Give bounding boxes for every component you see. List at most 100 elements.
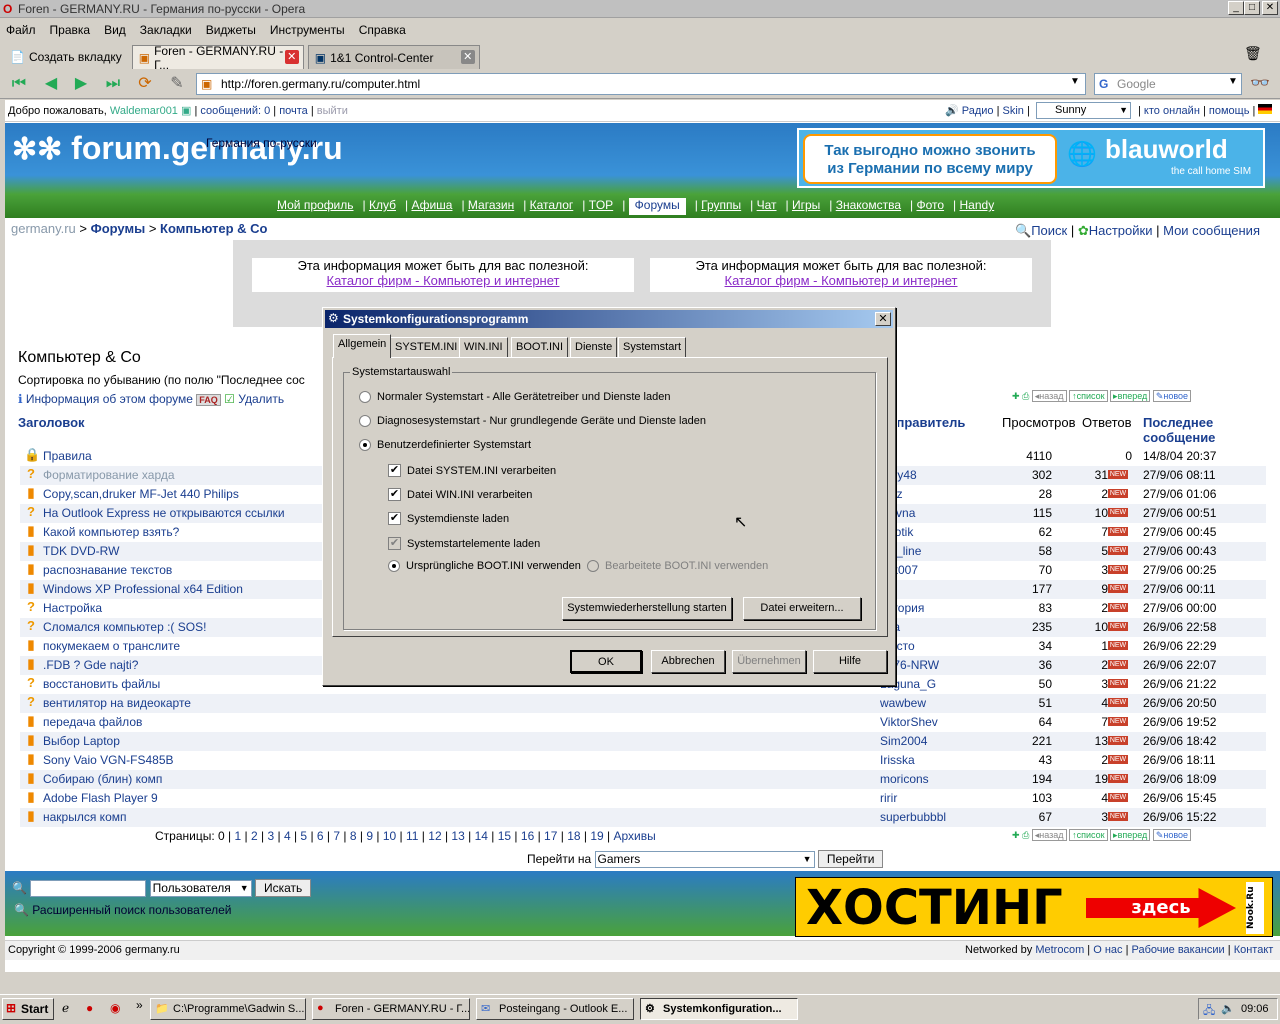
about-link[interactable]: О нас — [1093, 944, 1122, 956]
search-dropdown-icon[interactable]: ▼ — [1228, 76, 1238, 87]
logout-link[interactable]: выйти — [317, 105, 348, 117]
topic-title-link[interactable]: Sony Vaio VGN-FS485B — [43, 753, 174, 767]
settings-link[interactable]: Настройки — [1089, 223, 1153, 238]
messages-link[interactable]: сообщений: 0 — [200, 105, 270, 117]
column-header-topic[interactable]: Заголовок — [18, 415, 85, 430]
help-button[interactable]: Hilfe — [813, 650, 887, 673]
ad-banner-blauworld[interactable]: Так выгодно можно звонить из Германии по … — [797, 128, 1265, 188]
apply-button[interactable]: Übernehmen — [732, 650, 806, 673]
checkbox-win-ini[interactable]: ✔ Datei WIN.INI verarbeiten — [388, 488, 532, 501]
quicklaunch-more-icon[interactable]: » — [136, 998, 143, 1012]
user-search-type[interactable]: Пользователя ▼ — [149, 880, 252, 898]
faq-badge[interactable]: FAQ — [196, 394, 221, 406]
author-link[interactable]: ririr — [880, 791, 897, 805]
flag-icon[interactable] — [1258, 104, 1273, 114]
next-button-icon[interactable]: ▸вперед — [1110, 829, 1151, 841]
next-button-icon[interactable]: ▸вперед — [1110, 390, 1151, 402]
tab-system-ini[interactable]: SYSTEM.INI — [390, 337, 463, 357]
page-link[interactable]: 6 — [317, 829, 324, 843]
edit-icon[interactable]: ✎ — [166, 73, 188, 95]
topic-title-link[interactable]: Какой компьютер взять? — [43, 525, 179, 539]
page-link[interactable]: 19 — [590, 829, 603, 843]
maximize-button[interactable]: □ — [1244, 1, 1260, 15]
page-link[interactable]: 12 — [428, 829, 441, 843]
tab-dienste[interactable]: Dienste — [570, 337, 618, 357]
topic-title-link[interactable]: распознавание текстов — [43, 563, 172, 577]
task-outlook[interactable]: ✉ Posteingang - Outlook E... — [476, 998, 634, 1020]
topic-title-link[interactable]: Выбор Laptop — [43, 734, 120, 748]
task-opera[interactable]: ● Foren - GERMANY.RU - Г... — [312, 998, 470, 1020]
topic-title-link[interactable]: передача файлов — [43, 715, 142, 729]
menu-help[interactable]: Справка — [359, 23, 406, 37]
task-msconfig[interactable]: ⚙ Systemkonfiguration... — [640, 998, 798, 1020]
nav-photo[interactable]: Фото — [916, 198, 944, 212]
delete-link[interactable]: Удалить — [238, 392, 284, 406]
new-tab-button[interactable]: 📄 Создать вкладку — [4, 45, 128, 69]
info-link[interactable]: Каталог фирм - Компьютер и интернет — [650, 273, 1032, 288]
tab-win-ini[interactable]: WIN.INI — [459, 337, 508, 357]
topic-title-link[interactable]: Adobe Flash Player 9 — [43, 791, 158, 805]
menu-bookmarks[interactable]: Закладки — [140, 23, 192, 37]
checkbox-system-ini[interactable]: ✔ Datei SYSTEM.INI verarbeiten — [388, 464, 556, 477]
checkbox-services[interactable]: ✔ Systemdienste laden — [388, 512, 509, 525]
info-link[interactable]: Каталог фирм - Компьютер и интернет — [252, 273, 634, 288]
radio-modified-boot-ini[interactable]: Bearbeitete BOOT.INI verwenden — [587, 560, 768, 572]
page-link[interactable]: 4 — [284, 829, 291, 843]
nav-handy[interactable]: Handy — [960, 198, 995, 212]
jump-select[interactable]: Gamers ▼ — [594, 851, 815, 869]
author-link[interactable]: superbubbbl — [880, 810, 946, 824]
breadcrumb-forums[interactable]: Форумы — [91, 221, 146, 236]
topic-title-link[interactable]: вентилятор на видеокарте — [43, 696, 191, 710]
checkbox-startup-items[interactable]: ✔ Systemstartelemente laden — [388, 537, 540, 550]
menu-widgets[interactable]: Виджеты — [206, 23, 256, 37]
skin-link[interactable]: Skin — [1003, 105, 1024, 117]
forward-icon[interactable]: ▶ — [70, 73, 92, 95]
contact-link[interactable]: Контакт — [1234, 944, 1274, 956]
page-link[interactable]: 5 — [300, 829, 307, 843]
new-topic-icon[interactable]: ✚ — [1012, 830, 1020, 840]
menu-edit[interactable]: Правка — [50, 23, 91, 37]
user-search-button[interactable]: Искать — [254, 879, 312, 897]
archive-link[interactable]: Архивы — [614, 829, 656, 843]
topic-title-link[interactable]: Windows XP Professional x64 Edition — [43, 582, 243, 596]
quicklaunch-opera-icon[interactable]: ● — [86, 1001, 93, 1015]
close-tab-icon[interactable]: ✕ — [284, 50, 299, 64]
author-link[interactable]: Irisska — [880, 753, 915, 767]
forum-info-link[interactable]: Информация об этом форуме — [26, 392, 193, 406]
topic-title-link[interactable]: На Outlook Express не открываются ссылки — [43, 506, 285, 520]
nav-catalog[interactable]: Каталог — [530, 198, 574, 212]
advanced-search-link[interactable]: Расширенный поиск пользователей — [32, 903, 231, 917]
page-link[interactable]: 15 — [498, 829, 511, 843]
rewind-icon[interactable]: ⏮ — [8, 73, 30, 95]
print-icon[interactable]: ⎙ — [1022, 391, 1029, 401]
address-dropdown-icon[interactable]: ▼ — [1070, 76, 1080, 87]
author-link[interactable]: moricons — [880, 772, 929, 786]
back-button-icon[interactable]: ◂назад — [1031, 829, 1067, 841]
radio-selective-startup[interactable]: Benutzerdefinierter Systemstart — [359, 439, 531, 451]
page-link[interactable]: 13 — [451, 829, 464, 843]
jump-button[interactable]: Перейти — [817, 850, 884, 868]
tab-foren[interactable]: ▣ Foren - GERMANY.RU - Г... ✕ — [131, 44, 304, 72]
radio-normal-startup[interactable]: Normaler Systemstart - Alle Gerätetreibe… — [359, 391, 670, 403]
help-link[interactable]: помощь — [1209, 105, 1250, 117]
print-icon[interactable]: ⎙ — [1022, 830, 1029, 840]
metrocom-link[interactable]: Metrocom — [1035, 944, 1084, 956]
search-link[interactable]: Поиск — [1031, 223, 1067, 238]
user-search-input[interactable] — [30, 880, 147, 898]
topic-title-link[interactable]: TDK DVD-RW — [43, 544, 119, 558]
nav-forums[interactable]: Форумы — [628, 198, 686, 215]
page-link[interactable]: 18 — [567, 829, 580, 843]
address-field[interactable]: ▣ http://foren.germany.ru/computer.html — [196, 73, 1086, 95]
radio-original-boot-ini[interactable]: Ursprüngliche BOOT.INI verwenden — [388, 560, 581, 572]
topic-title-link[interactable]: Copy,scan,druker MF-Jet 440 Philips — [43, 487, 239, 501]
topic-title-link[interactable]: Правила — [43, 449, 92, 463]
topic-title-link[interactable]: накрылся комп — [43, 810, 127, 824]
nav-afisha[interactable]: Афиша — [411, 198, 452, 212]
close-window-button[interactable]: ✕ — [1262, 1, 1278, 15]
online-link[interactable]: кто онлайн — [1144, 105, 1200, 117]
author-link[interactable]: Sim2004 — [880, 734, 927, 748]
page-link[interactable]: 7 — [333, 829, 340, 843]
nav-groups[interactable]: Группы — [701, 198, 741, 212]
trash-icon[interactable]: 🗑 — [1244, 45, 1262, 62]
back-button-icon[interactable]: ◂назад — [1031, 390, 1067, 402]
